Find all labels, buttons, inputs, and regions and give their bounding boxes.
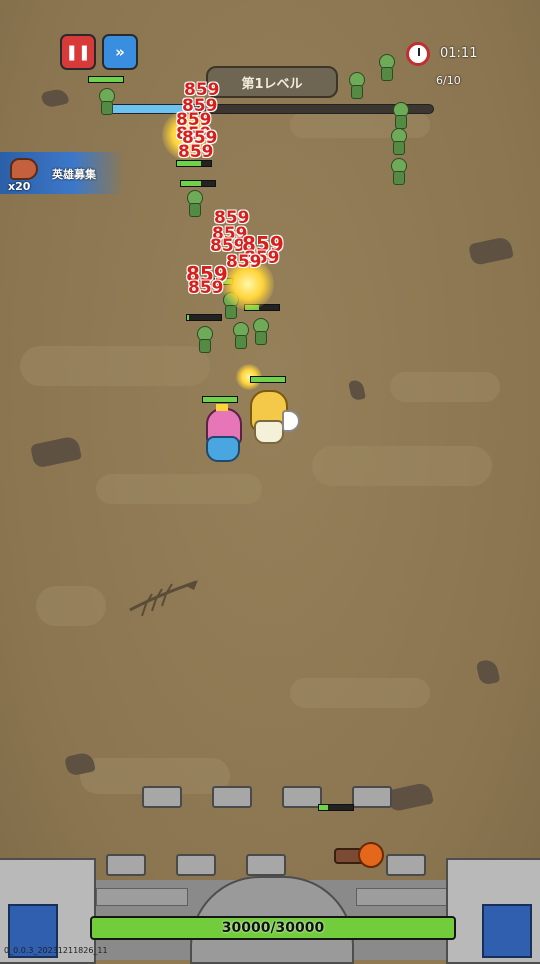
hero-hp-bar (202, 396, 238, 403)
enemy-hp-bar (88, 76, 124, 83)
castle-hp-bar: 30000/30000 (90, 916, 456, 940)
ground-patch (290, 678, 430, 708)
zombie-enemy (230, 322, 250, 352)
damage-number: 859 (226, 252, 262, 272)
ground-patch (390, 372, 500, 402)
fast-forward-icon: » (115, 43, 125, 61)
recruit-label: 英雄募集 (52, 168, 96, 181)
enemy-hp-bar (186, 314, 222, 321)
zombie-enemy (96, 88, 116, 118)
fish-skeleton-icon (129, 580, 198, 617)
ground-patch (20, 346, 210, 386)
fast-forward-button[interactable]: » (102, 34, 138, 70)
wave-progress-bar (104, 104, 434, 114)
wall-brick (96, 888, 188, 906)
hero-slot[interactable] (352, 786, 392, 808)
zombie-enemy (388, 158, 408, 188)
zombie-enemy (346, 72, 366, 102)
damage-number: 859 (188, 278, 224, 298)
hero-slot[interactable] (386, 854, 426, 876)
recruit-count: x20 (8, 180, 31, 193)
pause-button[interactable]: ❚❚ (60, 34, 96, 70)
clock-icon (406, 42, 430, 66)
zombie-enemy (376, 54, 396, 84)
version-label: 0_0.0.3_20231211826_11 (4, 946, 108, 955)
hero-slot[interactable] (212, 786, 252, 808)
hero-slot[interactable] (176, 854, 216, 876)
meat-icon (10, 158, 38, 180)
hero-slot[interactable] (106, 854, 146, 876)
ground-patch (96, 474, 262, 504)
hero-slot[interactable] (282, 786, 322, 808)
right-banner (482, 904, 532, 958)
zombie-enemy (388, 128, 408, 158)
zombie-enemy (194, 326, 214, 356)
wave-counter: 6/10 (436, 74, 461, 87)
hero-slot[interactable] (142, 786, 182, 808)
damage-number: 859 (178, 142, 214, 162)
timer: 01:11 (440, 46, 478, 61)
ground-patch (36, 586, 106, 626)
fallen-hero[interactable] (334, 842, 384, 868)
zombie-enemy (250, 318, 270, 348)
zombie-enemy (184, 190, 204, 220)
enemy-hp-bar (180, 180, 216, 187)
hero-hp-bar (318, 804, 354, 811)
wall-brick (356, 888, 448, 906)
hero-slot[interactable] (246, 854, 286, 876)
level-title: 第1レベル (206, 66, 338, 98)
castle-hp-text: 30000/30000 (221, 920, 325, 936)
hero-hp-bar (250, 376, 286, 383)
pause-icon: ❚❚ (65, 43, 91, 61)
ground-patch (312, 446, 492, 486)
